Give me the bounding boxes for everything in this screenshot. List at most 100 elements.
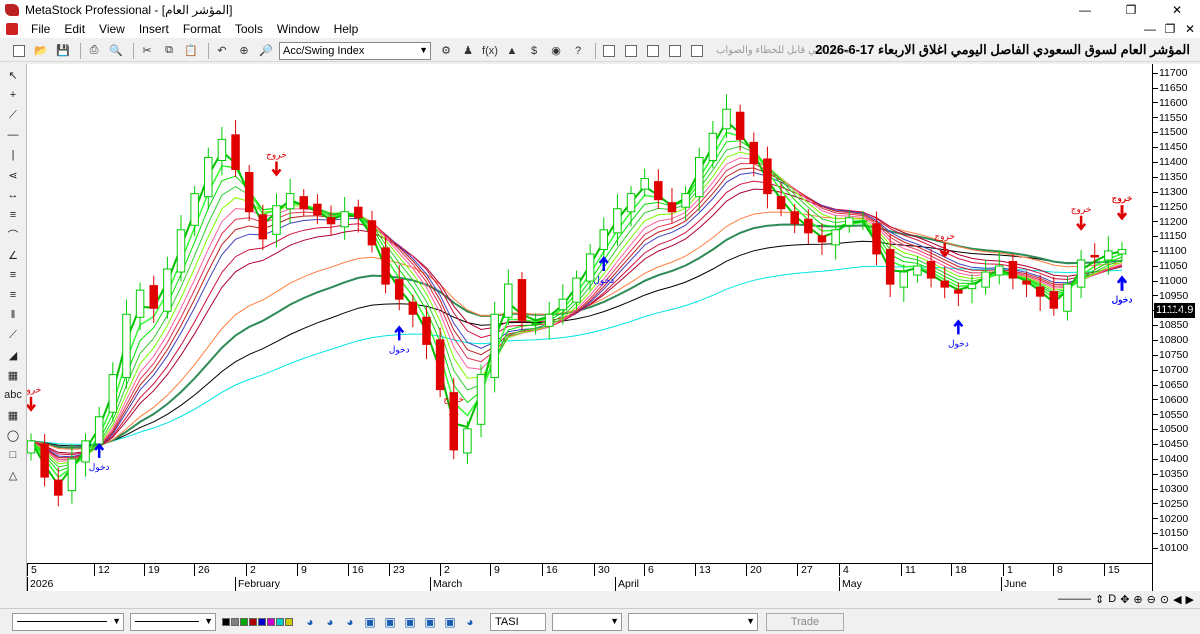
menu-edit[interactable]: Edit <box>57 20 92 38</box>
candle-body <box>667 202 677 213</box>
window-icon[interactable]: ▣ <box>382 614 398 630</box>
menu-help[interactable]: Help <box>327 20 366 38</box>
open-icon[interactable]: 📂 <box>32 43 50 59</box>
restore-icon[interactable]: ❐ <box>1108 0 1154 20</box>
formula-icon[interactable]: f(x) <box>481 43 499 59</box>
doc-minimize-icon[interactable]: — <box>1140 20 1160 38</box>
menu-format[interactable]: Format <box>176 20 228 38</box>
date-tick-label: 13 <box>695 564 711 576</box>
period-select[interactable]: ▼ <box>552 612 622 631</box>
candle-body <box>790 211 799 225</box>
window-icon[interactable]: ▣ <box>402 614 418 630</box>
entry-signal-label: دخول <box>89 463 110 473</box>
browser-icon[interactable]: ◕ <box>322 614 338 630</box>
menu-file[interactable]: File <box>24 20 57 38</box>
menu-view[interactable]: View <box>92 20 132 38</box>
line-weight-select[interactable]: ▼ <box>130 612 216 631</box>
print-icon[interactable]: ⎙ <box>85 43 103 59</box>
arrows-icon[interactable]: ↔ <box>3 186 23 204</box>
text-tool-icon[interactable]: abc <box>3 386 23 404</box>
trade-button[interactable]: Trade <box>766 612 844 631</box>
system-tester-icon[interactable]: ▲ <box>503 43 521 59</box>
grid-pattern-icon[interactable]: ▦ <box>3 366 23 384</box>
copy-icon[interactable]: ⧉ <box>160 43 178 59</box>
scroll-left-icon[interactable]: ◀ <box>1173 593 1181 606</box>
doc-close-icon[interactable]: ✕ <box>1180 20 1200 38</box>
triangle-icon[interactable]: △ <box>3 466 23 484</box>
browser-icon[interactable]: ◕ <box>342 614 358 630</box>
crosshair-icon[interactable]: ⊕ <box>235 43 253 59</box>
arcs-icon[interactable]: ⌒ <box>3 226 23 244</box>
zoom-out-icon[interactable]: ⊖ <box>1147 593 1156 606</box>
window-icon[interactable]: ▣ <box>422 614 438 630</box>
cut-icon[interactable]: ✂ <box>138 43 156 59</box>
scroll-bar-icon[interactable]: ——— <box>1058 593 1091 606</box>
binoculars-icon[interactable]: ◉ <box>547 43 565 59</box>
dollar-icon[interactable]: $ <box>525 43 543 59</box>
doc-restore-icon[interactable]: ❐ <box>1160 20 1180 38</box>
price-chart[interactable]: خروجخروجخروجخروجخروجخروجخروجخروجدخولدخول… <box>21 64 1152 598</box>
paste-icon[interactable]: 📋 <box>182 43 200 59</box>
cycle-lines-icon[interactable]: ⋖ <box>3 166 23 184</box>
table-tool-icon[interactable]: ▦ <box>3 406 23 424</box>
candle-body <box>531 322 540 325</box>
tile-horizontal-icon[interactable] <box>644 43 662 59</box>
tile-vertical-icon[interactable] <box>622 43 640 59</box>
window-icon[interactable]: ▣ <box>362 614 378 630</box>
candle-body <box>490 313 499 379</box>
reset-zoom-icon[interactable]: ⊙ <box>1160 593 1169 606</box>
browser-icon[interactable]: ◕ <box>302 614 318 630</box>
print-preview-icon[interactable]: 🔍 <box>107 43 125 59</box>
time-zones-icon[interactable]: ‖ <box>3 306 23 324</box>
candlestick-plot[interactable]: خروجخروجخروجخروجخروجخروجخروجخروجدخولدخول… <box>21 64 1152 563</box>
ellipse-icon[interactable]: ◯ <box>3 426 23 444</box>
scroll-toggle-icon[interactable]: ⇕ <box>1095 593 1104 606</box>
menu-window[interactable]: Window <box>270 20 327 38</box>
candle-body <box>544 313 554 327</box>
browser-icon[interactable]: ◕ <box>462 614 478 630</box>
fan-lines-icon[interactable]: ∠ <box>3 246 23 264</box>
candle-body <box>1049 291 1059 309</box>
security-combo[interactable]: Acc/Swing Index ▼ <box>279 41 431 60</box>
trendline-icon[interactable]: ⟋ <box>3 106 23 124</box>
scroll-right-icon[interactable]: ▶ <box>1186 593 1194 606</box>
rectangle-icon[interactable]: □ <box>3 446 23 464</box>
color-palette[interactable] <box>222 617 294 626</box>
regression-icon[interactable]: ≡ <box>3 286 23 304</box>
template-select[interactable]: ▼ <box>628 612 758 631</box>
explorer-icon[interactable]: ⚙ <box>437 43 455 59</box>
zoom-icon[interactable]: 🔎 <box>257 43 275 59</box>
line-style-select[interactable]: ▼ <box>12 612 124 631</box>
undo-icon[interactable]: ↶ <box>213 43 231 59</box>
candle-body <box>435 339 445 391</box>
help-icon[interactable]: ? <box>569 43 587 59</box>
new-icon[interactable] <box>10 43 28 59</box>
menu-insert[interactable]: Insert <box>132 20 176 38</box>
d-icon[interactable]: D <box>1108 593 1116 606</box>
candle-body <box>122 313 131 379</box>
close-icon[interactable]: ✕ <box>1154 0 1200 20</box>
horizontal-line-icon[interactable]: — <box>3 126 23 144</box>
date-tick-label: 16 <box>542 564 558 576</box>
zoom-in-icon[interactable]: ⊕ <box>1133 593 1142 606</box>
price-tick-label: 11700 <box>1153 67 1187 79</box>
pointer-icon[interactable]: ↖ <box>3 66 23 84</box>
arrange-icon[interactable] <box>688 43 706 59</box>
menu-bar: File Edit View Insert Format Tools Windo… <box>0 20 1200 38</box>
crosshair-tool-icon[interactable]: + <box>3 86 23 104</box>
menu-tools[interactable]: Tools <box>228 20 270 38</box>
save-icon[interactable]: 💾 <box>54 43 72 59</box>
channel-icon[interactable]: ≡ <box>3 206 23 224</box>
cascade-icon[interactable] <box>600 43 618 59</box>
vertical-line-icon[interactable]: | <box>3 146 23 164</box>
expert-icon[interactable]: ♟ <box>459 43 477 59</box>
move-icon[interactable]: ✥ <box>1120 593 1129 606</box>
minimize-icon[interactable]: — <box>1062 0 1108 20</box>
symbol-field[interactable]: TASI <box>490 612 546 631</box>
window-icon[interactable]: ▣ <box>442 614 458 630</box>
gann-icon[interactable]: ◢ <box>3 346 23 364</box>
candle-body <box>872 223 881 255</box>
fibonacci-icon[interactable]: ≡ <box>3 266 23 284</box>
tile-grid-icon[interactable] <box>666 43 684 59</box>
line-tool-icon[interactable]: ⟋ <box>3 326 23 344</box>
